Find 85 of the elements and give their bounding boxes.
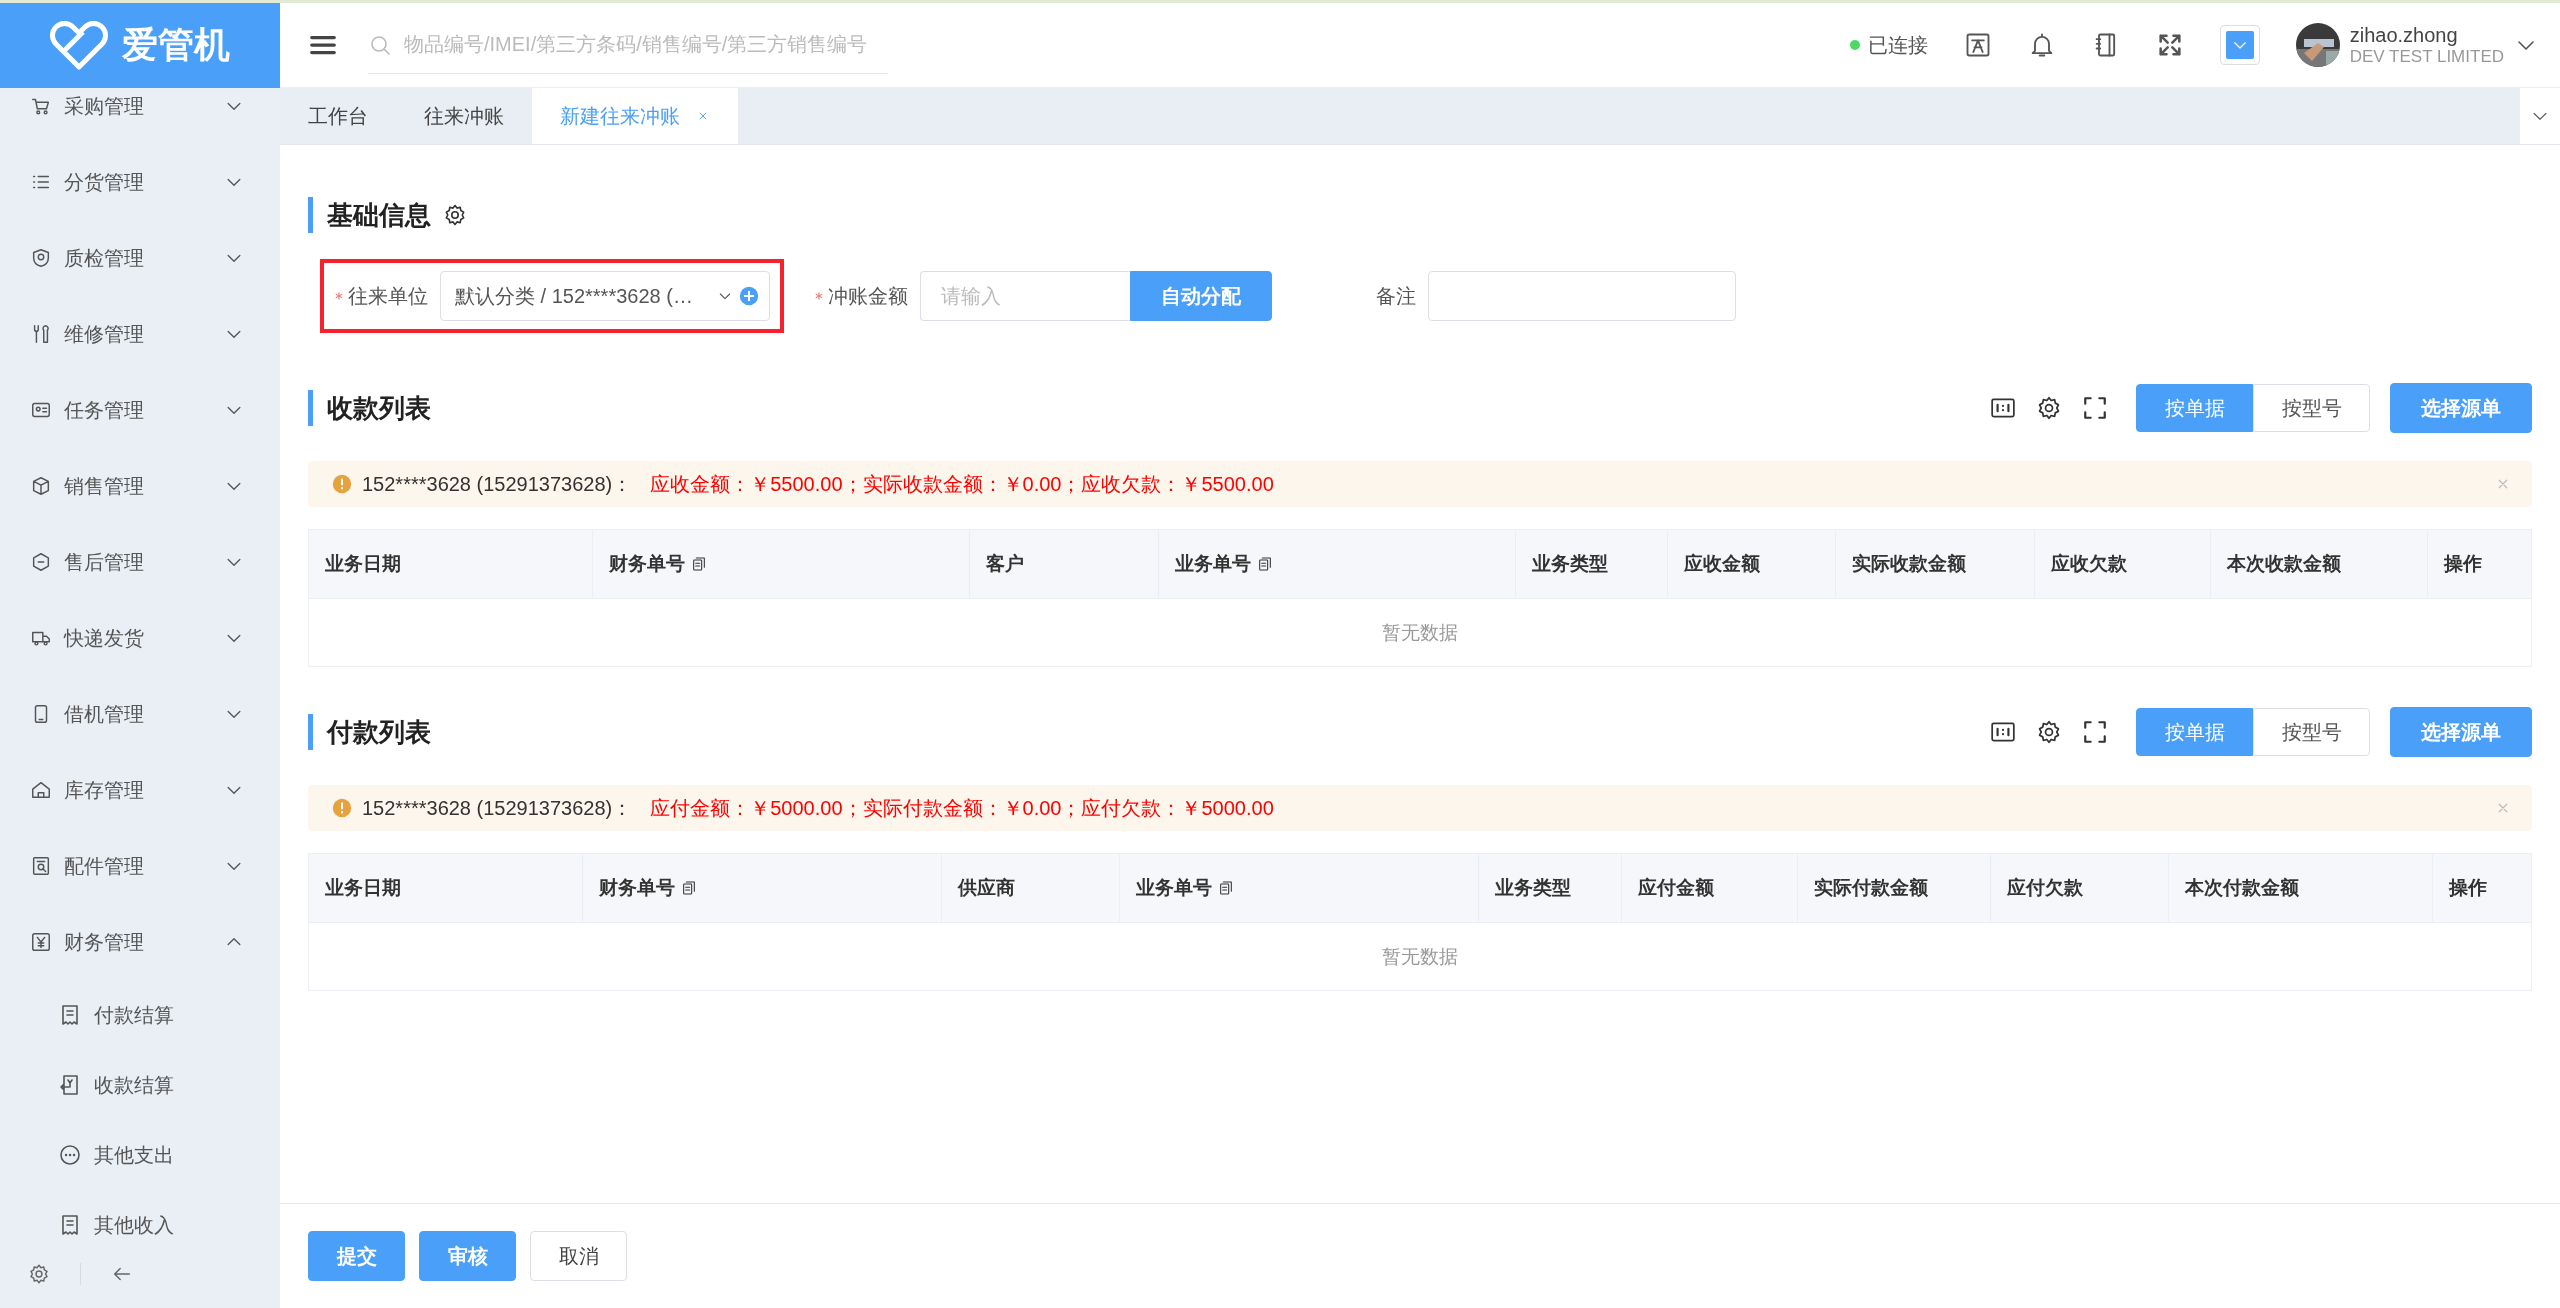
copy-icon — [690, 556, 707, 572]
column-header: 实际付款金额 — [1798, 854, 1991, 922]
shield-icon — [30, 247, 52, 269]
settings-icon[interactable] — [443, 203, 467, 227]
column-header: 业务日期 — [309, 854, 584, 922]
section-title: 基础信息 — [308, 197, 2532, 233]
sidebar-item[interactable]: 质检管理 — [0, 220, 280, 296]
section-title: 付款列表 — [308, 714, 431, 750]
ellipsis-icon — [58, 1143, 82, 1167]
house-icon — [30, 779, 52, 801]
document-search-icon — [30, 855, 52, 877]
view-toggle[interactable]: 按型号 — [2253, 384, 2370, 432]
column-header: 操作 — [2442, 552, 2484, 576]
sidebar-item[interactable]: 维修管理 — [0, 296, 280, 372]
select-field[interactable]: 默认分类 / 152****3628 (… — [440, 271, 770, 321]
warning-icon — [332, 474, 352, 494]
section-title: 收款列表 — [308, 390, 431, 426]
connection-status: 已连接 — [1867, 32, 1928, 58]
field-label: 备注 — [1376, 283, 1416, 309]
copy-icon — [1256, 556, 1273, 572]
yen-icon — [30, 931, 52, 953]
sidebar-subitem[interactable]: 其他收入 — [0, 1190, 280, 1240]
input-field[interactable]: 请输入 — [920, 271, 1130, 321]
sidebar-item[interactable]: 采购管理 — [0, 88, 280, 144]
field-label: 冲账金额 — [828, 283, 908, 309]
fullscreen-icon[interactable] — [2082, 395, 2108, 421]
sidebar-item[interactable]: 配件管理 — [0, 828, 280, 904]
sidebar-item[interactable]: 分货管理 — [0, 144, 280, 220]
column-header: 财务单号 — [592, 530, 970, 598]
logo: 爱管机 — [0, 3, 280, 88]
sidebar-subitem[interactable]: 其他支出 — [0, 1120, 280, 1190]
fullscreen-icon[interactable] — [2082, 719, 2108, 745]
sidebar-subitem[interactable]: 收款结算 — [0, 1050, 280, 1120]
sidebar-item[interactable]: 任务管理 — [0, 372, 280, 448]
box-icon — [30, 475, 52, 497]
copy-icon — [681, 880, 698, 896]
view-toggle[interactable]: 按型号 — [2253, 708, 2370, 756]
copy-icon — [1217, 880, 1234, 896]
column-header: 应收金额 — [1667, 530, 1836, 598]
sidebar-item[interactable]: 借机管理 — [0, 676, 280, 752]
column-header: 业务类型 — [1478, 854, 1623, 922]
sidebar-item[interactable]: 库存管理 — [0, 752, 280, 828]
sidebar-subitem[interactable]: 付款结算 — [0, 980, 280, 1050]
column-header: 业务单号 — [1119, 854, 1479, 922]
sidebar-item[interactable]: 售后管理 — [0, 524, 280, 600]
empty-text: 暂无数据 — [1382, 944, 1458, 969]
column-header: 财务单号 — [583, 854, 942, 922]
column-header: 供应商 — [942, 854, 1120, 922]
hexagon-icon — [30, 551, 52, 573]
user-name: zihao.zhong — [2349, 23, 2459, 47]
column-header: 本次付款金额 — [2168, 854, 2434, 922]
column-header: 应收欠款 — [2035, 530, 2212, 598]
density-icon[interactable] — [1990, 395, 2016, 421]
tab[interactable]: 工作台 — [280, 88, 396, 144]
settings-icon[interactable] — [2036, 719, 2062, 745]
input-field[interactable] — [1428, 271, 1736, 321]
alert-party: 152****3628 (15291373628)： — [362, 471, 633, 497]
density-icon[interactable] — [1990, 719, 2016, 745]
settings-icon[interactable] — [2036, 395, 2062, 421]
action-button[interactable]: 取消 — [530, 1231, 627, 1281]
heart-icon — [50, 20, 108, 71]
warning-icon — [332, 798, 352, 818]
tab[interactable]: 往来冲账 — [396, 88, 532, 144]
column-header: 本次收款金额 — [2211, 530, 2429, 598]
column-header: 应付欠款 — [1991, 854, 2169, 922]
sidebar-item[interactable]: 快递发货 — [0, 600, 280, 676]
alert-summary: 应收金额：￥5500.00；实际收款金额：￥0.00；应收欠款：￥5500.00 — [650, 471, 1274, 497]
sidebar-item[interactable]: 财务管理 — [0, 904, 280, 980]
column-header: 实际收款金额 — [1836, 530, 2036, 598]
search-field[interactable]: 物品编号/IMEI/第三方条码/销售编号/第三方销售编号 — [402, 32, 888, 57]
dropdown-button[interactable] — [2219, 25, 2260, 65]
alert-summary: 应付金额：￥5000.00；实际付款金额：￥0.00；应付欠款：￥5000.00 — [650, 795, 1274, 821]
column-header: 业务类型 — [1516, 530, 1668, 598]
column-header: 应付金额 — [1622, 854, 1799, 922]
company-name: DEV TEST LIMITED — [2349, 46, 2504, 67]
field-label: 往来单位 — [348, 283, 428, 309]
column-header: 业务单号 — [1158, 530, 1517, 598]
column-header: 操作 — [2447, 876, 2489, 900]
column-header: 客户 — [969, 530, 1159, 598]
empty-text: 暂无数据 — [1382, 620, 1458, 645]
sidebar-item[interactable]: 销售管理 — [0, 448, 280, 524]
add-icon[interactable] — [739, 286, 759, 306]
column-header: 业务日期 — [309, 530, 593, 598]
status-dot — [1849, 40, 1860, 50]
alert-party: 152****3628 (15291373628)： — [362, 795, 633, 821]
